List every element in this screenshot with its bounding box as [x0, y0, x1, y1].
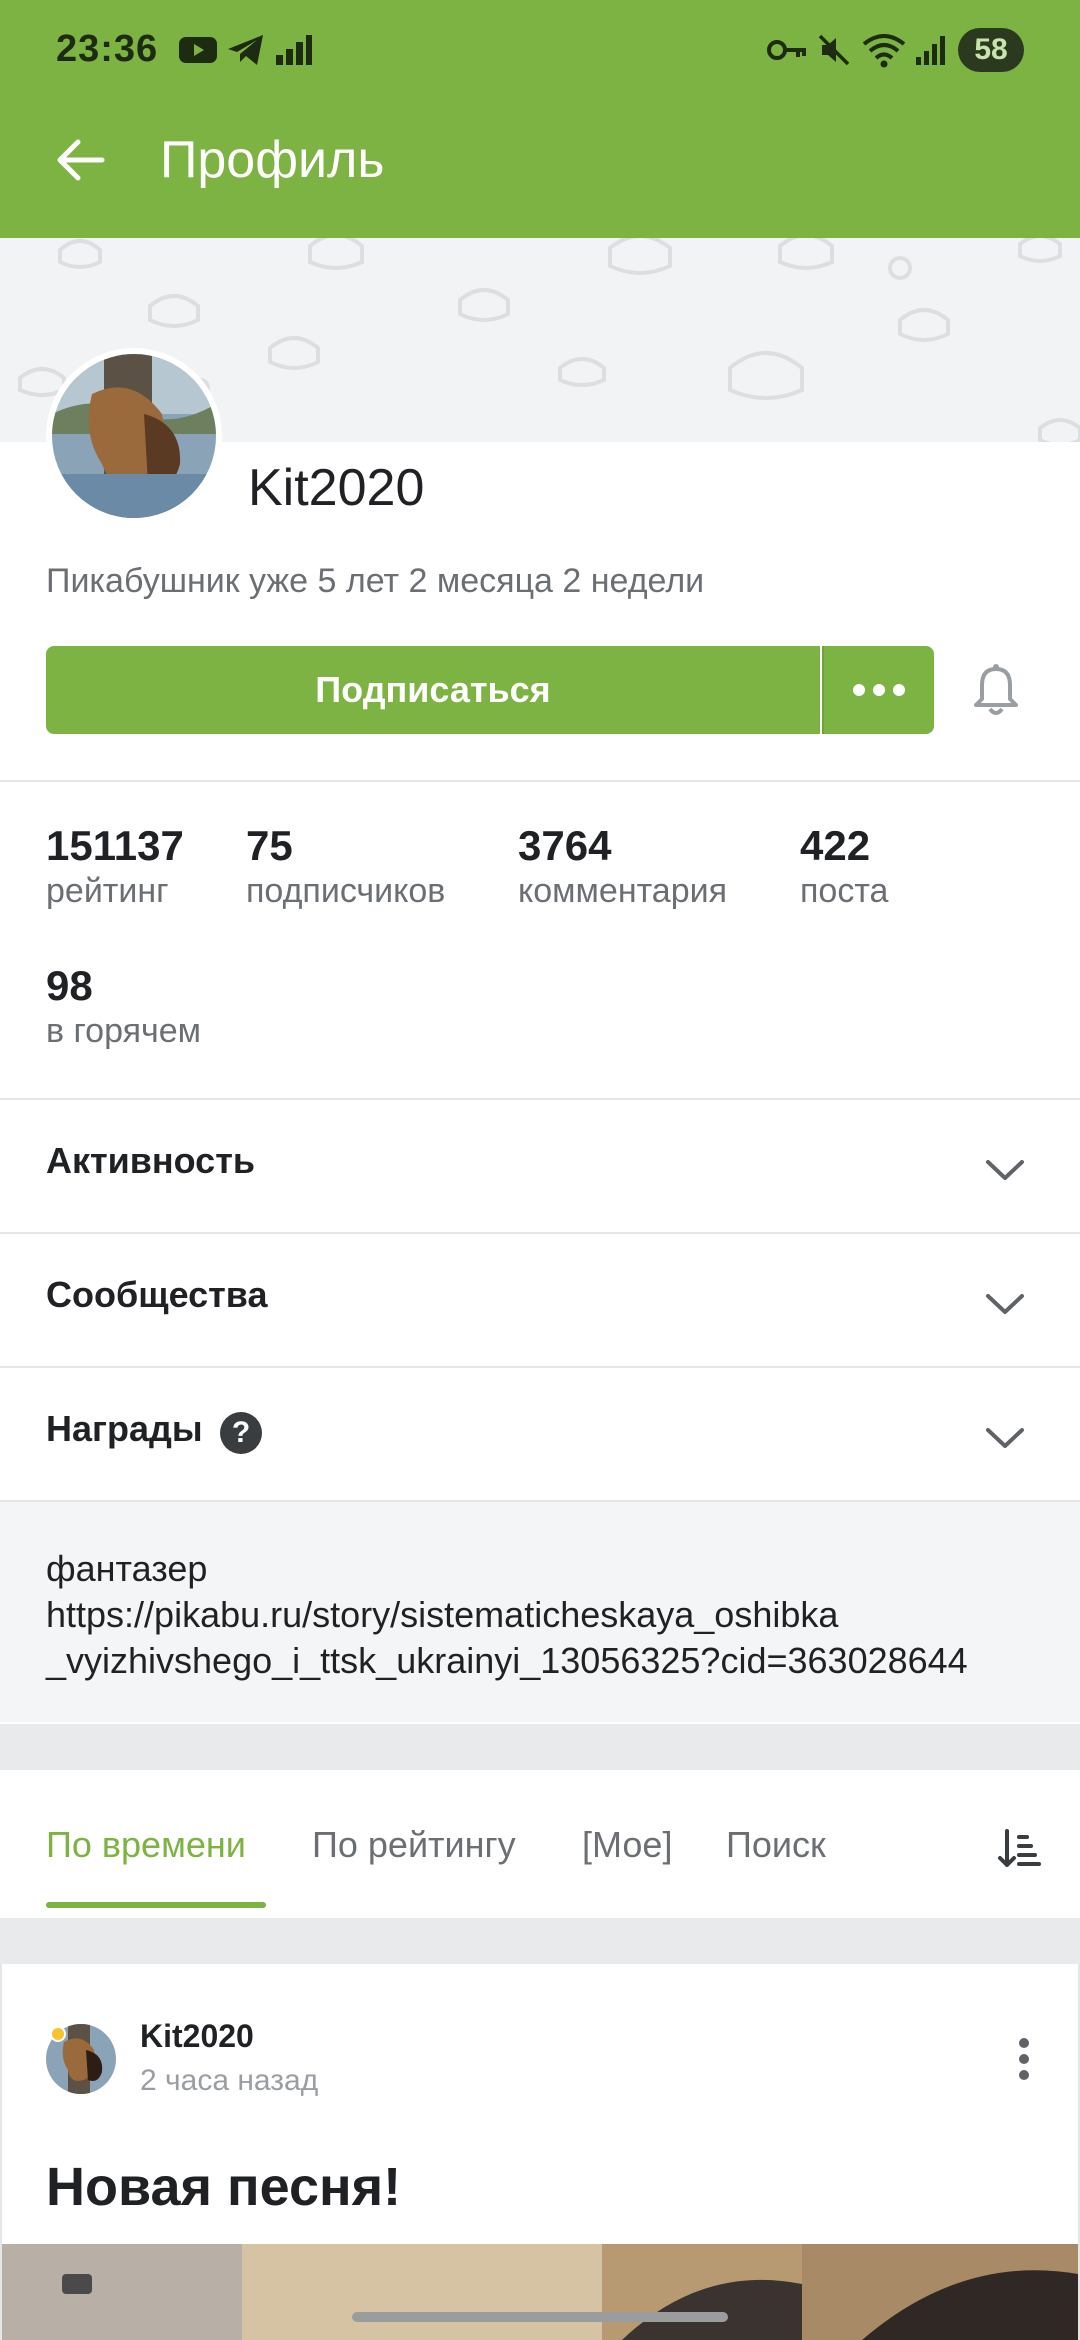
section-communities[interactable]: Сообщества [0, 1234, 1080, 1368]
profile-about: фантазер https://pikabu.ru/story/sistema… [0, 1502, 1080, 1722]
author-badge [50, 2026, 66, 2042]
stat-label: комментария [518, 872, 728, 910]
stat-hot[interactable]: 98 в горячем [46, 962, 201, 1052]
stat-value: 3764 [518, 822, 612, 869]
tab-mine[interactable]: [Мое] [582, 1824, 672, 1866]
active-tab-indicator [46, 1902, 266, 1908]
telegram-icon [226, 30, 266, 70]
stat-subscribers[interactable]: 75 подписчиков [246, 822, 445, 912]
section-label: Награды [46, 1408, 203, 1449]
tab-search[interactable]: Поиск [726, 1824, 826, 1866]
more-vertical-icon [1019, 2038, 1029, 2080]
stat-value: 75 [246, 822, 293, 869]
mute-icon [816, 30, 852, 70]
stat-comments[interactable]: 3764 комментария [518, 822, 727, 912]
profile-username: Kit2020 [248, 459, 425, 517]
section-activity[interactable]: Активность [0, 1100, 1080, 1234]
post-author[interactable]: Kit2020 [140, 2018, 254, 2055]
spacer [0, 1724, 1080, 1770]
status-time: 23:36 [56, 28, 159, 70]
stat-label: подписчиков [246, 872, 446, 910]
sort-tabs: По времени По рейтингу [Мое] Поиск [0, 1772, 1080, 1916]
stat-label: рейтинг [46, 872, 169, 910]
avatar-image [52, 354, 216, 518]
post-image-preview [2, 2244, 1078, 2340]
post-menu-button[interactable] [1006, 2024, 1042, 2094]
stat-rating[interactable]: 151137 рейтинг [46, 822, 184, 912]
more-options-button[interactable] [822, 646, 934, 734]
post-image[interactable] [2, 2244, 1078, 2340]
page-title: Профиль [160, 131, 385, 189]
spacer [0, 1918, 1080, 1964]
stat-label: поста [800, 872, 889, 910]
post-time: 2 часа назад [140, 2064, 319, 2097]
about-text: фантазер [46, 1548, 208, 1589]
app-bar: Профиль [0, 100, 1080, 238]
section-label: Сообщества [46, 1274, 268, 1315]
stat-value: 422 [800, 822, 871, 869]
status-bar: 23:36 58 [0, 0, 1080, 100]
notification-bell-button[interactable] [966, 660, 1026, 720]
sort-button[interactable] [992, 1822, 1046, 1876]
member-since-text: Пикабушник уже 5 лет 2 месяца 2 недели [46, 562, 705, 600]
about-link-continued[interactable]: _vyizhivshego_i_ttsk_ukrainyi_13056325?c… [46, 1640, 968, 1682]
sort-icon [998, 1829, 1041, 1867]
post-title[interactable]: Новая песня! [46, 2156, 401, 2218]
home-indicator[interactable] [352, 2312, 728, 2322]
battery-indicator: 58 [958, 28, 1024, 72]
post-card[interactable]: Kit2020 2 часа назад Новая песня! [0, 1964, 1080, 2340]
chevron-down-icon [986, 1294, 1024, 1314]
stat-value: 151137 [46, 822, 184, 869]
help-icon[interactable]: ? [220, 1412, 262, 1454]
signal-bars-icon [274, 30, 314, 70]
divider [0, 780, 1080, 782]
stat-posts[interactable]: 422 поста [800, 822, 888, 912]
cell-signal-icon [914, 30, 950, 70]
stat-label: в горячем [46, 1012, 202, 1050]
subscribe-button[interactable]: Подписаться [46, 646, 820, 734]
section-awards[interactable]: Награды ? [0, 1368, 1080, 1502]
youtube-icon [178, 30, 218, 70]
chevron-down-icon [986, 1428, 1024, 1448]
bell-icon [974, 664, 1018, 715]
tab-by-rating[interactable]: По рейтингу [312, 1824, 516, 1866]
more-horizontal-icon [853, 684, 905, 696]
arrow-left-icon [57, 139, 105, 181]
chevron-down-icon [986, 1160, 1024, 1180]
stat-value: 98 [46, 962, 93, 1009]
about-link[interactable]: https://pikabu.ru/story/sistematicheskay… [46, 1594, 838, 1636]
back-button[interactable] [40, 120, 120, 200]
vpn-key-icon [766, 30, 808, 70]
avatar[interactable] [46, 348, 222, 524]
wifi-icon [862, 30, 906, 70]
section-label: Активность [46, 1140, 255, 1181]
tab-by-time[interactable]: По времени [46, 1824, 246, 1866]
